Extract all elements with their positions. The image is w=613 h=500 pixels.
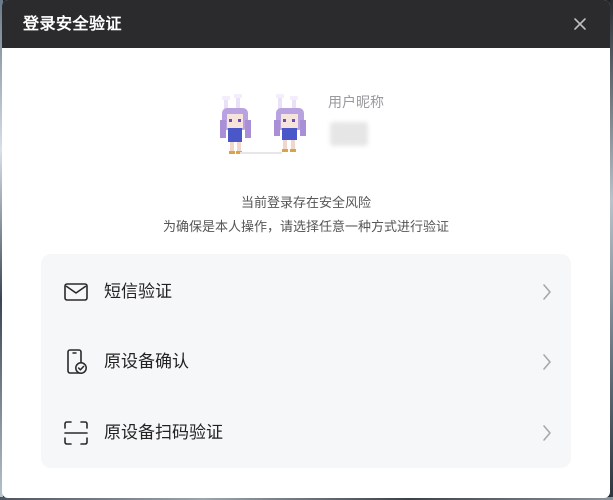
- dialog-title: 登录安全验证: [23, 14, 123, 33]
- security-verification-dialog: 登录安全验证 用户昵称 当前登录存在安全风险 为确保是本人操作，请选择任意一种方…: [2, 0, 610, 498]
- verification-options: 短信验证 原设备确认 原设备扫码验证: [41, 254, 571, 468]
- phone-check-icon: [67, 349, 87, 374]
- option-original-device-scan[interactable]: 原设备扫码验证: [41, 397, 571, 467]
- close-button[interactable]: [570, 14, 590, 34]
- blurred-account-id: [330, 122, 368, 146]
- security-notice: 当前登录存在安全风险 为确保是本人操作，请选择任意一种方式进行验证: [2, 192, 610, 240]
- user-profile: 用户昵称: [218, 92, 418, 162]
- option-sms-verification[interactable]: 短信验证: [41, 256, 571, 326]
- dialog-titlebar: 登录安全验证: [2, 0, 610, 48]
- chevron-right-icon: [543, 425, 551, 441]
- pixel-bunny-right: [274, 94, 306, 152]
- chevron-right-icon: [543, 284, 551, 300]
- close-icon: [574, 18, 586, 30]
- notice-line-risk: 当前登录存在安全风险: [240, 196, 371, 211]
- scan-icon: [64, 421, 88, 445]
- option-original-device-confirm[interactable]: 原设备确认: [41, 326, 571, 396]
- avatar: [220, 94, 306, 154]
- pixel-bunny-left: [220, 94, 251, 154]
- user-nickname: 用户昵称: [328, 95, 384, 111]
- chevron-right-icon: [543, 354, 551, 370]
- option-label: 短信验证: [104, 282, 172, 302]
- envelope-icon: [64, 283, 88, 301]
- notice-line-instruction: 为确保是本人操作，请选择任意一种方式进行验证: [162, 220, 449, 235]
- option-label: 原设备确认: [104, 352, 189, 372]
- option-label: 原设备扫码验证: [104, 423, 223, 443]
